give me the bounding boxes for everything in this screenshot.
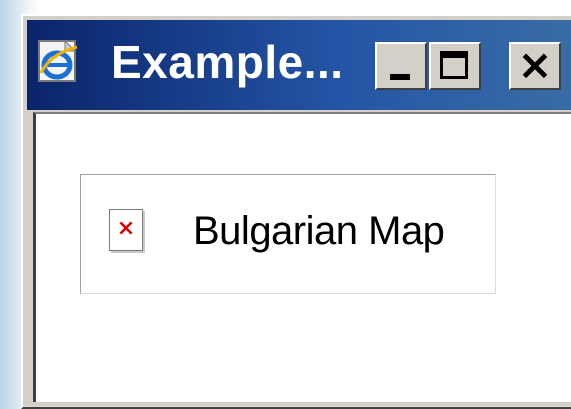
minimize-icon	[390, 74, 410, 80]
internet-explorer-icon	[38, 39, 78, 82]
page-content-area: × Bulgarian Map	[33, 112, 571, 402]
maximize-icon	[440, 51, 468, 79]
broken-image-x-mark: ×	[116, 216, 136, 241]
image-alt-text: Bulgarian Map	[193, 209, 445, 253]
minimize-button[interactable]	[375, 42, 427, 90]
broken-image-icon: ×	[109, 209, 143, 251]
window-title: Example...	[111, 36, 344, 88]
maximize-button[interactable]	[429, 42, 481, 90]
close-button[interactable]: ×	[509, 40, 561, 90]
title-bar[interactable]: Example... ×	[27, 20, 571, 110]
close-icon: ×	[517, 40, 553, 89]
broken-image-placeholder[interactable]: × Bulgarian Map	[80, 174, 496, 294]
browser-window: Example... × × Bulgarian Map	[21, 14, 571, 409]
